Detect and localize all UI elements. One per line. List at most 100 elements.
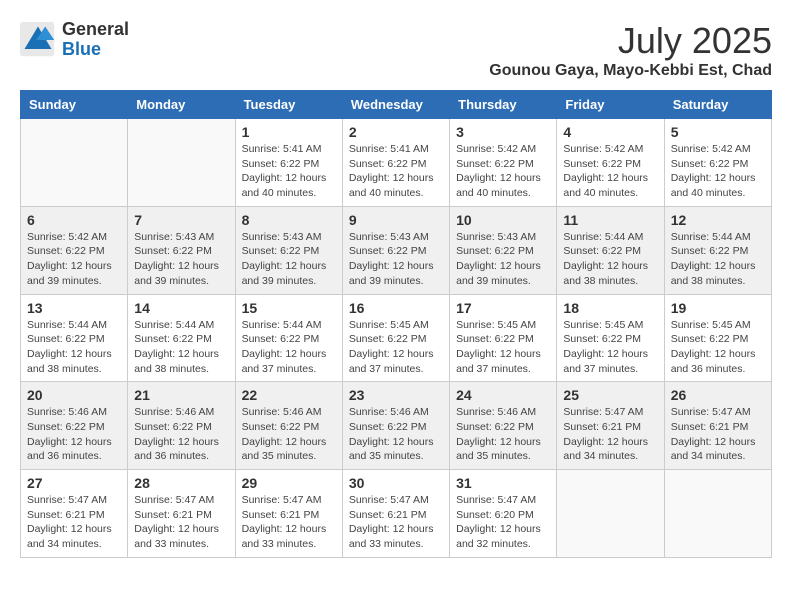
calendar-cell: 23Sunrise: 5:46 AMSunset: 6:22 PMDayligh… (342, 382, 449, 470)
day-number: 5 (671, 124, 765, 140)
calendar-cell: 31 Sunrise: 5:47 AMSunset: 6:20 PMDayligh… (450, 470, 557, 558)
calendar-week-row-3: 13Sunrise: 5:44 AMSunset: 6:22 PMDayligh… (21, 294, 772, 382)
calendar-cell: 9 Sunrise: 5:43 AMSunset: 6:22 PMDaylight… (342, 206, 449, 294)
weekday-header-wednesday: Wednesday (342, 91, 449, 119)
day-info: Sunrise: 5:47 AMSunset: 6:20 PMDaylight:… (456, 493, 550, 552)
calendar-cell: 25 Sunrise: 5:47 AMSunset: 6:21 PMDayligh… (557, 382, 664, 470)
calendar-cell: 6 Sunrise: 5:42 AMSunset: 6:22 PMDaylight… (21, 206, 128, 294)
day-number: 7 (134, 212, 228, 228)
calendar-cell: 12 Sunrise: 5:44 AMSunset: 6:22 PMDayligh… (664, 206, 771, 294)
calendar-cell: 4 Sunrise: 5:42 AMSunset: 6:22 PMDaylight… (557, 119, 664, 207)
calendar-cell: 10 Sunrise: 5:43 AMSunset: 6:22 PMDayligh… (450, 206, 557, 294)
calendar-cell: 11 Sunrise: 5:44 AMSunset: 6:22 PMDayligh… (557, 206, 664, 294)
day-info: Sunrise: 5:41 AMSunset: 6:22 PMDaylight:… (349, 142, 443, 201)
calendar-cell: 22 Sunrise: 5:46 AMSunset: 6:22 PMDayligh… (235, 382, 342, 470)
day-info: Sunrise: 5:45 AMSunset: 6:22 PMDaylight:… (349, 318, 443, 377)
calendar-cell: 2 Sunrise: 5:41 AMSunset: 6:22 PMDaylight… (342, 119, 449, 207)
day-info: Sunrise: 5:46 AMSunset: 6:22 PMDaylight:… (242, 405, 336, 464)
day-info: Sunrise: 5:44 AMSunset: 6:22 PMDaylight:… (27, 318, 121, 377)
day-info: Sunrise: 5:47 AMSunset: 6:21 PMDaylight:… (671, 405, 765, 464)
day-info: Sunrise: 5:43 AMSunset: 6:22 PMDaylight:… (134, 230, 228, 289)
weekday-header-sunday: Sunday (21, 91, 128, 119)
day-info: Sunrise: 5:43 AMSunset: 6:22 PMDaylight:… (349, 230, 443, 289)
calendar-cell: 21Sunrise: 5:46 AMSunset: 6:22 PMDayligh… (128, 382, 235, 470)
day-info: Sunrise: 5:46 AMSunset: 6:22 PMDaylight:… (27, 405, 121, 464)
weekday-header-monday: Monday (128, 91, 235, 119)
day-info: Sunrise: 5:45 AMSunset: 6:22 PMDaylight:… (563, 318, 657, 377)
day-info: Sunrise: 5:47 AMSunset: 6:21 PMDaylight:… (27, 493, 121, 552)
day-info: Sunrise: 5:43 AMSunset: 6:22 PMDaylight:… (456, 230, 550, 289)
day-number: 16 (349, 300, 443, 316)
calendar-cell (664, 470, 771, 558)
weekday-header-friday: Friday (557, 91, 664, 119)
day-number: 31 (456, 475, 550, 491)
logo-text: General Blue (62, 20, 129, 60)
day-number: 20 (27, 387, 121, 403)
calendar-cell: 7 Sunrise: 5:43 AMSunset: 6:22 PMDaylight… (128, 206, 235, 294)
day-number: 23 (349, 387, 443, 403)
calendar-cell: 26 Sunrise: 5:47 AMSunset: 6:21 PMDayligh… (664, 382, 771, 470)
day-info: Sunrise: 5:47 AMSunset: 6:21 PMDaylight:… (349, 493, 443, 552)
calendar-cell (128, 119, 235, 207)
calendar-table: SundayMondayTuesdayWednesdayThursdayFrid… (20, 90, 772, 558)
calendar-week-row-2: 6 Sunrise: 5:42 AMSunset: 6:22 PMDaylight… (21, 206, 772, 294)
day-number: 24 (456, 387, 550, 403)
day-number: 3 (456, 124, 550, 140)
day-info: Sunrise: 5:45 AMSunset: 6:22 PMDaylight:… (456, 318, 550, 377)
day-info: Sunrise: 5:42 AMSunset: 6:22 PMDaylight:… (456, 142, 550, 201)
day-number: 29 (242, 475, 336, 491)
calendar-cell: 27 Sunrise: 5:47 AMSunset: 6:21 PMDayligh… (21, 470, 128, 558)
month-year-title: July 2025 (489, 20, 772, 62)
calendar-cell: 18 Sunrise: 5:45 AMSunset: 6:22 PMDayligh… (557, 294, 664, 382)
location-subtitle: Gounou Gaya, Mayo-Kebbi Est, Chad (489, 62, 772, 80)
weekday-header-tuesday: Tuesday (235, 91, 342, 119)
day-number: 4 (563, 124, 657, 140)
calendar-cell: 29 Sunrise: 5:47 AMSunset: 6:21 PMDayligh… (235, 470, 342, 558)
calendar-cell: 17 Sunrise: 5:45 AMSunset: 6:22 PMDayligh… (450, 294, 557, 382)
day-number: 12 (671, 212, 765, 228)
calendar-cell (557, 470, 664, 558)
day-info: Sunrise: 5:44 AMSunset: 6:22 PMDaylight:… (671, 230, 765, 289)
day-number: 28 (134, 475, 228, 491)
calendar-cell: 16 Sunrise: 5:45 AMSunset: 6:22 PMDayligh… (342, 294, 449, 382)
day-number: 17 (456, 300, 550, 316)
calendar-cell: 13Sunrise: 5:44 AMSunset: 6:22 PMDayligh… (21, 294, 128, 382)
day-info: Sunrise: 5:42 AMSunset: 6:22 PMDaylight:… (27, 230, 121, 289)
calendar-cell: 19Sunrise: 5:45 AMSunset: 6:22 PMDayligh… (664, 294, 771, 382)
day-number: 18 (563, 300, 657, 316)
calendar-cell: 3 Sunrise: 5:42 AMSunset: 6:22 PMDaylight… (450, 119, 557, 207)
calendar-week-row-4: 20 Sunrise: 5:46 AMSunset: 6:22 PMDayligh… (21, 382, 772, 470)
day-number: 11 (563, 212, 657, 228)
logo-general: General (62, 20, 129, 40)
day-number: 25 (563, 387, 657, 403)
day-number: 9 (349, 212, 443, 228)
day-number: 14 (134, 300, 228, 316)
logo: General Blue (20, 20, 129, 60)
day-number: 6 (27, 212, 121, 228)
title-area: July 2025 Gounou Gaya, Mayo-Kebbi Est, C… (489, 20, 772, 80)
day-number: 8 (242, 212, 336, 228)
calendar-cell: 8 Sunrise: 5:43 AMSunset: 6:22 PMDaylight… (235, 206, 342, 294)
calendar-week-row-1: 1Sunrise: 5:41 AMSunset: 6:22 PMDaylight… (21, 119, 772, 207)
day-info: Sunrise: 5:44 AMSunset: 6:22 PMDaylight:… (242, 318, 336, 377)
calendar-cell: 28Sunrise: 5:47 AMSunset: 6:21 PMDayligh… (128, 470, 235, 558)
day-info: Sunrise: 5:46 AMSunset: 6:22 PMDaylight:… (456, 405, 550, 464)
day-info: Sunrise: 5:45 AMSunset: 6:22 PMDaylight:… (671, 318, 765, 377)
day-info: Sunrise: 5:44 AMSunset: 6:22 PMDaylight:… (563, 230, 657, 289)
day-info: Sunrise: 5:42 AMSunset: 6:22 PMDaylight:… (671, 142, 765, 201)
day-number: 10 (456, 212, 550, 228)
day-number: 2 (349, 124, 443, 140)
page-header: General Blue July 2025 Gounou Gaya, Mayo… (20, 20, 772, 80)
calendar-cell: 14 Sunrise: 5:44 AMSunset: 6:22 PMDayligh… (128, 294, 235, 382)
day-info: Sunrise: 5:42 AMSunset: 6:22 PMDaylight:… (563, 142, 657, 201)
day-info: Sunrise: 5:44 AMSunset: 6:22 PMDaylight:… (134, 318, 228, 377)
day-info: Sunrise: 5:47 AMSunset: 6:21 PMDaylight:… (563, 405, 657, 464)
day-number: 27 (27, 475, 121, 491)
day-number: 15 (242, 300, 336, 316)
day-number: 21 (134, 387, 228, 403)
day-number: 22 (242, 387, 336, 403)
weekday-header-saturday: Saturday (664, 91, 771, 119)
day-number: 26 (671, 387, 765, 403)
day-info: Sunrise: 5:43 AMSunset: 6:22 PMDaylight:… (242, 230, 336, 289)
day-info: Sunrise: 5:47 AMSunset: 6:21 PMDaylight:… (242, 493, 336, 552)
